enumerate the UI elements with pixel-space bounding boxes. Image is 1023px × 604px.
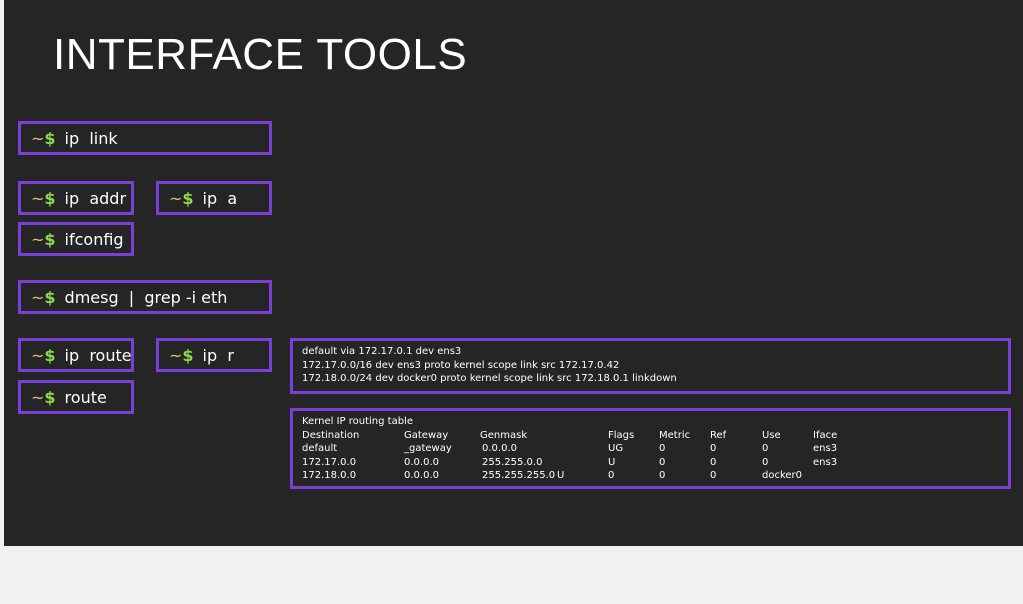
route-table-cell: 0 — [762, 443, 769, 454]
route-table-cell: 255.255.0.0 — [482, 456, 543, 468]
route-table-cell: 172.18.0.0 — [302, 470, 357, 481]
route-table-output-box: Kernel IP routing table Destination Gate… — [290, 408, 1011, 489]
route-table-cell: 0 — [762, 456, 769, 468]
prompt-tilde: ~ — [31, 387, 45, 407]
prompt-tilde: ~ — [31, 188, 45, 208]
ip-route-output-box: default via 172.17.0.1 dev ens3 172.17.0… — [290, 338, 1011, 394]
command-ip-route: ~ $ ip route — [18, 338, 134, 372]
prompt-tilde: ~ — [31, 287, 45, 307]
output-line: 172.17.0.0/16 dev ens3 proto kernel scop… — [302, 359, 620, 371]
prompt-dollar: $ — [44, 229, 56, 249]
route-table-row: 172.17.0.0 0.0.0.0 255.255.0.0 U 0 0 0 e… — [302, 456, 999, 470]
command-text: ip link — [64, 128, 118, 148]
command-text: ip a — [202, 188, 238, 208]
command-dmesg-grep: ~ $ dmesg | grep -i eth — [18, 280, 272, 314]
route-table-header: Destination Gateway Genmask Flags Metric… — [302, 429, 999, 443]
prompt-dollar: $ — [44, 188, 56, 208]
prompt-tilde: ~ — [31, 229, 45, 249]
prompt-tilde: ~ — [169, 188, 183, 208]
route-table-cell: _gateway — [404, 443, 452, 454]
route-table-cell: 172.17.0.0 — [302, 456, 357, 468]
route-table-row: default _gateway 0.0.0.0 UG 0 0 0 ens3 — [302, 442, 999, 456]
route-table-cell: UG — [608, 443, 624, 454]
command-text: dmesg | grep -i eth — [64, 287, 228, 307]
route-table-row: 172.18.0.0 0.0.0.0 255.255.255.0 U 0 0 0… — [302, 469, 999, 483]
route-table-cell: 0.0.0.0 — [482, 443, 517, 454]
command-ip-link: ~ $ ip link — [18, 121, 272, 155]
route-table-cell: U — [557, 470, 565, 481]
route-table-header-cell: Ref — [710, 429, 727, 441]
command-text: ip route — [64, 345, 132, 365]
route-table-header-cell: Destination — [302, 429, 360, 441]
route-table-cell: default — [302, 443, 338, 454]
route-table-cell: 0 — [659, 443, 666, 454]
route-table-cell: ens3 — [813, 456, 838, 468]
route-table-cell: docker0 — [762, 470, 803, 481]
route-table-cell: 0.0.0.0 — [404, 456, 439, 468]
prompt-tilde: ~ — [169, 345, 183, 365]
prompt-tilde: ~ — [31, 128, 45, 148]
command-ip-addr: ~ $ ip addr — [18, 181, 134, 215]
route-table-header-cell: Flags — [608, 429, 635, 441]
route-table-header-cell: Genmask — [480, 429, 528, 441]
route-table-cell: U — [608, 456, 616, 468]
command-text: route — [64, 387, 107, 407]
command-ifconfig: ~ $ ifconfig — [18, 222, 134, 256]
output-line: 172.18.0.0/24 dev docker0 proto kernel s… — [302, 373, 677, 384]
command-text: ifconfig — [64, 229, 124, 249]
route-table-cell: 0 — [608, 470, 615, 481]
route-table-cell: 0 — [710, 443, 717, 454]
route-table-cell: 0.0.0.0 — [404, 470, 439, 481]
prompt-dollar: $ — [44, 345, 56, 365]
command-text: ip r — [202, 345, 234, 365]
command-ip-a: ~ $ ip a — [156, 181, 272, 215]
prompt-dollar: $ — [44, 128, 56, 148]
route-table-cell: 0 — [659, 456, 666, 468]
prompt-dollar: $ — [44, 287, 56, 307]
route-table-cell: 255.255.255.0 — [482, 470, 556, 481]
route-table-cell: 0 — [710, 470, 717, 481]
command-text: ip addr — [64, 188, 127, 208]
route-table-header-cell: Metric — [659, 429, 691, 441]
route-table-cell: 0 — [659, 470, 666, 481]
route-table-header-cell: Gateway — [404, 429, 449, 441]
route-table-cell: 0 — [710, 456, 717, 468]
command-route: ~ $ route — [18, 380, 134, 414]
route-table-caption: Kernel IP routing table — [302, 416, 413, 427]
prompt-dollar: $ — [182, 345, 194, 365]
prompt-dollar: $ — [182, 188, 194, 208]
output-line: default via 172.17.0.1 dev ens3 — [302, 346, 462, 357]
route-table-cell: ens3 — [813, 443, 838, 454]
route-table-header-cell: Use — [762, 429, 781, 441]
prompt-dollar: $ — [44, 387, 56, 407]
route-table-header-cell: Iface — [813, 429, 838, 441]
command-ip-r: ~ $ ip r — [156, 338, 272, 372]
prompt-tilde: ~ — [31, 345, 45, 365]
slide-title: INTERFACE TOOLS — [53, 30, 468, 79]
slide: INTERFACE TOOLS ~ $ ip link ~ $ ip addr ~ $ ip… — [4, 0, 1023, 546]
